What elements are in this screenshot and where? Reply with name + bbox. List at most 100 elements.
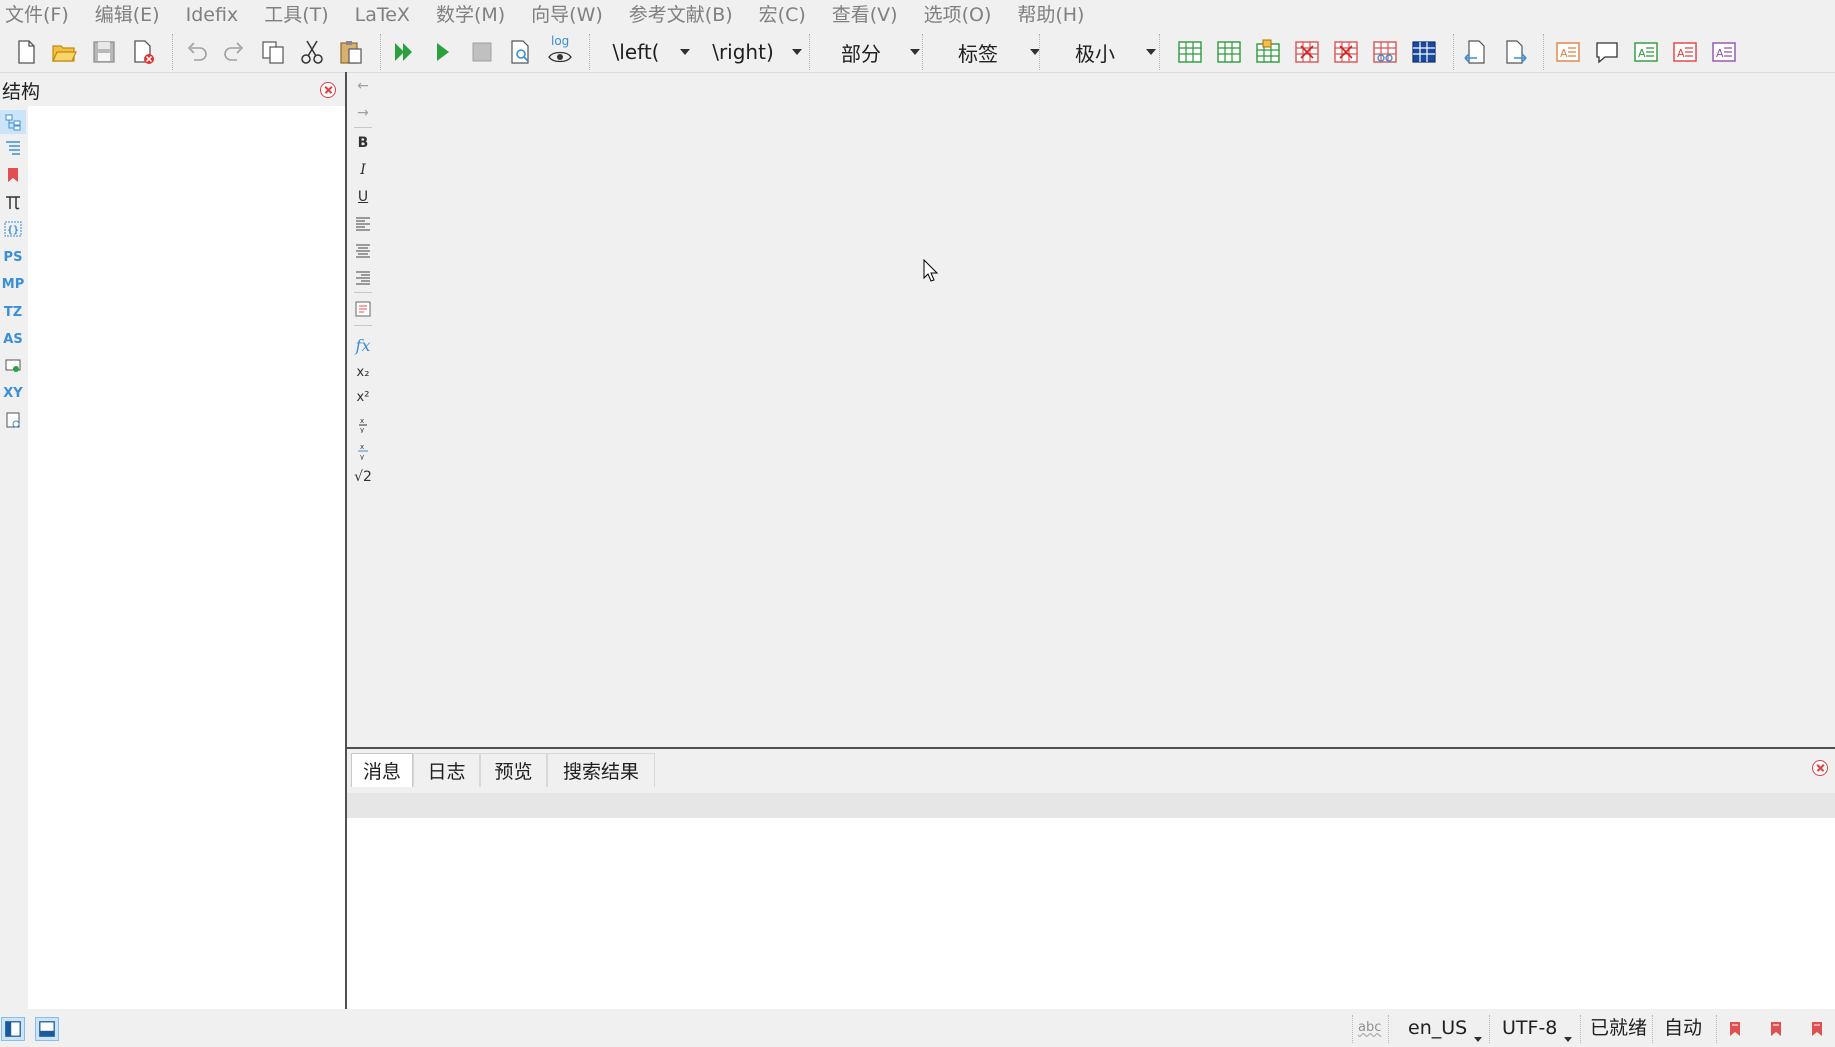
view-pdf-button[interactable]: [505, 36, 537, 68]
asymptote-tab[interactable]: AS: [0, 327, 26, 351]
sqrt-button[interactable]: √2: [352, 466, 374, 488]
insert-text-green-button[interactable]: A: [1630, 36, 1662, 68]
beamer-tab[interactable]: [0, 354, 26, 378]
menu-edit[interactable]: 编辑(E): [90, 0, 171, 30]
new-line-button[interactable]: [352, 298, 374, 320]
document-lines-icon: [355, 301, 371, 317]
structure-tree-tab[interactable]: [0, 110, 26, 134]
pstricks-tab[interactable]: PS: [0, 245, 26, 269]
back-arrow-button[interactable]: ←: [352, 75, 374, 97]
toc-tab[interactable]: [0, 136, 26, 160]
spellcheck-icon[interactable]: abc: [1358, 1009, 1381, 1047]
fraction-button[interactable]: xy: [352, 413, 374, 435]
bookmark-next-button[interactable]: [1764, 1017, 1788, 1041]
label-combo[interactable]: 标签: [932, 36, 1040, 68]
xymatrix-tab[interactable]: XY: [0, 381, 26, 405]
new-file-button[interactable]: [10, 36, 42, 68]
tab-preview[interactable]: 预览: [480, 753, 547, 787]
dfrac-button[interactable]: xy: [352, 440, 374, 462]
menu-options[interactable]: 选项(O): [919, 0, 1003, 30]
align-right-button[interactable]: [352, 267, 374, 289]
table-cut-button[interactable]: [1369, 36, 1401, 68]
menu-wizard[interactable]: 向导(W): [526, 0, 614, 30]
menu-latex[interactable]: LaTeX: [350, 0, 421, 30]
menu-view[interactable]: 查看(V): [827, 0, 909, 30]
editor-area[interactable]: [347, 73, 1835, 748]
align-left-button[interactable]: [352, 213, 374, 235]
build-view-button[interactable]: [388, 36, 420, 68]
right-delimiter-combo[interactable]: \right): [700, 36, 802, 68]
insert-text-purple-button[interactable]: A: [1708, 36, 1740, 68]
close-file-button[interactable]: [127, 36, 159, 68]
menu-math[interactable]: 数学(M): [431, 0, 516, 30]
bookmark-previous-button[interactable]: [1723, 1017, 1747, 1041]
subscript-button[interactable]: x₂: [352, 361, 374, 383]
undo-icon: [187, 42, 207, 61]
tab-messages[interactable]: 消息: [351, 753, 413, 787]
table-insert-row-button[interactable]: [1252, 36, 1284, 68]
messages-view[interactable]: [347, 818, 1835, 1009]
new-file-icon: [18, 40, 35, 64]
menu-macros[interactable]: 宏(C): [754, 0, 817, 30]
save-button[interactable]: [88, 36, 120, 68]
open-file-button[interactable]: [48, 36, 80, 68]
tikz-tab[interactable]: TZ: [0, 300, 26, 324]
table-align-button[interactable]: [1408, 36, 1440, 68]
underline-button[interactable]: U: [352, 186, 374, 208]
insert-table-button[interactable]: [1174, 36, 1206, 68]
menu-file[interactable]: 文件(F): [0, 0, 80, 30]
redo-icon: [224, 42, 244, 61]
table-insert-column-button[interactable]: [1213, 36, 1245, 68]
next-document-button[interactable]: [1500, 36, 1532, 68]
tab-search-results[interactable]: 搜索结果: [547, 753, 655, 787]
redo-button[interactable]: [219, 36, 251, 68]
user-snippets-tab[interactable]: [0, 408, 26, 432]
menu-help[interactable]: 帮助(H): [1012, 0, 1095, 30]
insert-text-box-button[interactable]: A: [1552, 36, 1584, 68]
encoding-selector[interactable]: UTF-8: [1502, 1009, 1557, 1047]
copy-button[interactable]: [257, 36, 289, 68]
toolbar-separator: [1543, 34, 1545, 70]
paste-button[interactable]: [335, 36, 367, 68]
stop-button[interactable]: [466, 36, 498, 68]
insert-comment-button[interactable]: [1591, 36, 1623, 68]
braces-tab[interactable]: {}: [0, 217, 26, 241]
bookmarks-tab[interactable]: [0, 163, 26, 187]
toggle-messages-button[interactable]: [35, 1017, 59, 1041]
chevron-down-icon: [1474, 1037, 1482, 1042]
close-output-panel-icon[interactable]: [1812, 760, 1828, 776]
italic-button[interactable]: I: [352, 159, 374, 181]
tab-log[interactable]: 日志: [413, 753, 480, 787]
structure-tree-view[interactable]: [28, 106, 345, 1009]
menu-idefix[interactable]: Idefix: [181, 0, 250, 30]
document-search-icon: [511, 40, 529, 64]
superscript-button[interactable]: x²: [352, 386, 374, 408]
menu-tools[interactable]: 工具(T): [259, 0, 339, 30]
table-delete-row-button[interactable]: [1291, 36, 1323, 68]
previous-document-button[interactable]: [1459, 36, 1491, 68]
bookmark-toggle-button[interactable]: [1805, 1017, 1829, 1041]
right-delimiter-value: \right): [712, 40, 774, 64]
left-delimiter-combo[interactable]: \left(: [598, 36, 690, 68]
forward-arrow-button[interactable]: →: [352, 102, 374, 124]
table-delete-column-button[interactable]: [1330, 36, 1362, 68]
insert-text-red-button[interactable]: A: [1669, 36, 1701, 68]
close-structure-icon[interactable]: [320, 82, 336, 98]
svg-text:A: A: [1677, 47, 1685, 60]
cut-button[interactable]: [296, 36, 328, 68]
compile-button[interactable]: [427, 36, 459, 68]
math-mode-button[interactable]: fx: [352, 334, 374, 356]
bold-button[interactable]: B: [352, 132, 374, 154]
status-text: 已就绪: [1590, 1017, 1648, 1039]
align-center-button[interactable]: [352, 240, 374, 262]
font-size-combo[interactable]: 极小: [1050, 36, 1156, 68]
language-selector[interactable]: en_US: [1408, 1009, 1467, 1047]
toggle-structure-button[interactable]: [1, 1017, 25, 1041]
undo-button[interactable]: [180, 36, 212, 68]
menu-bibliography[interactable]: 参考文献(B): [624, 0, 744, 30]
section-combo[interactable]: 部分: [818, 36, 920, 68]
view-log-button[interactable]: log: [544, 34, 576, 68]
panel-left-icon: [5, 1021, 21, 1037]
symbols-tab[interactable]: [0, 190, 26, 214]
metapost-tab[interactable]: MP: [0, 272, 26, 296]
